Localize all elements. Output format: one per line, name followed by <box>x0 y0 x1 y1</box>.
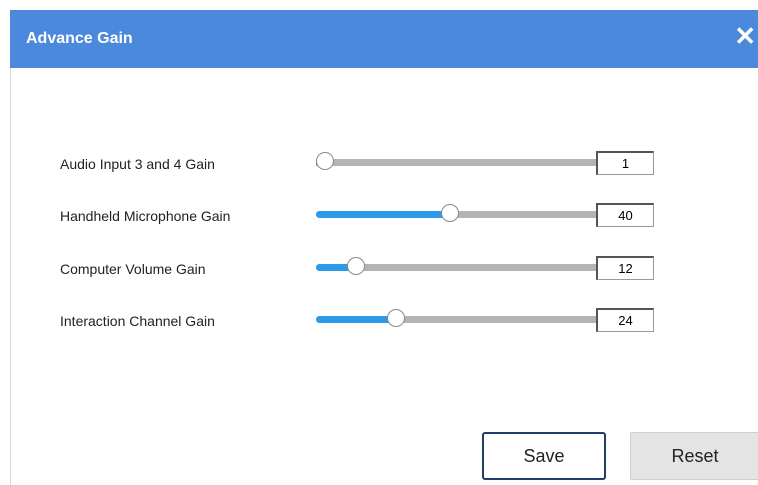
gain-label-handheld-mic: Handheld Microphone Gain <box>60 208 231 224</box>
gain-label-audio-input: Audio Input 3 and 4 Gain <box>60 156 215 172</box>
gain-row-interaction-channel: Interaction Channel Gain <box>60 308 660 332</box>
slider-fill <box>316 316 397 323</box>
reset-button[interactable]: Reset <box>630 432 758 480</box>
slider-thumb[interactable] <box>387 309 406 327</box>
save-button[interactable]: Save <box>482 432 606 480</box>
dialog-title: Advance Gain <box>26 30 133 47</box>
interaction-channel-gain-value[interactable] <box>596 308 654 332</box>
gain-label-computer-volume: Computer Volume Gain <box>60 261 206 277</box>
slider-thumb[interactable] <box>316 152 334 170</box>
audio-input-gain-value[interactable] <box>596 151 654 175</box>
gain-row-audio-input: Audio Input 3 and 4 Gain <box>60 151 660 175</box>
computer-volume-gain-value[interactable] <box>596 256 654 280</box>
slider-fill <box>316 211 450 218</box>
gain-label-interaction-channel: Interaction Channel Gain <box>60 313 215 329</box>
dialog-left-border <box>10 68 11 485</box>
dialog-header: Advance Gain ✕ <box>10 10 758 68</box>
handheld-mic-gain-value[interactable] <box>596 203 654 227</box>
close-icon[interactable]: ✕ <box>734 23 756 49</box>
slider-thumb[interactable] <box>440 204 459 222</box>
slider-thumb[interactable] <box>347 257 366 275</box>
gain-row-computer-volume: Computer Volume Gain <box>60 256 660 280</box>
gain-row-handheld-mic: Handheld Microphone Gain <box>60 203 660 227</box>
